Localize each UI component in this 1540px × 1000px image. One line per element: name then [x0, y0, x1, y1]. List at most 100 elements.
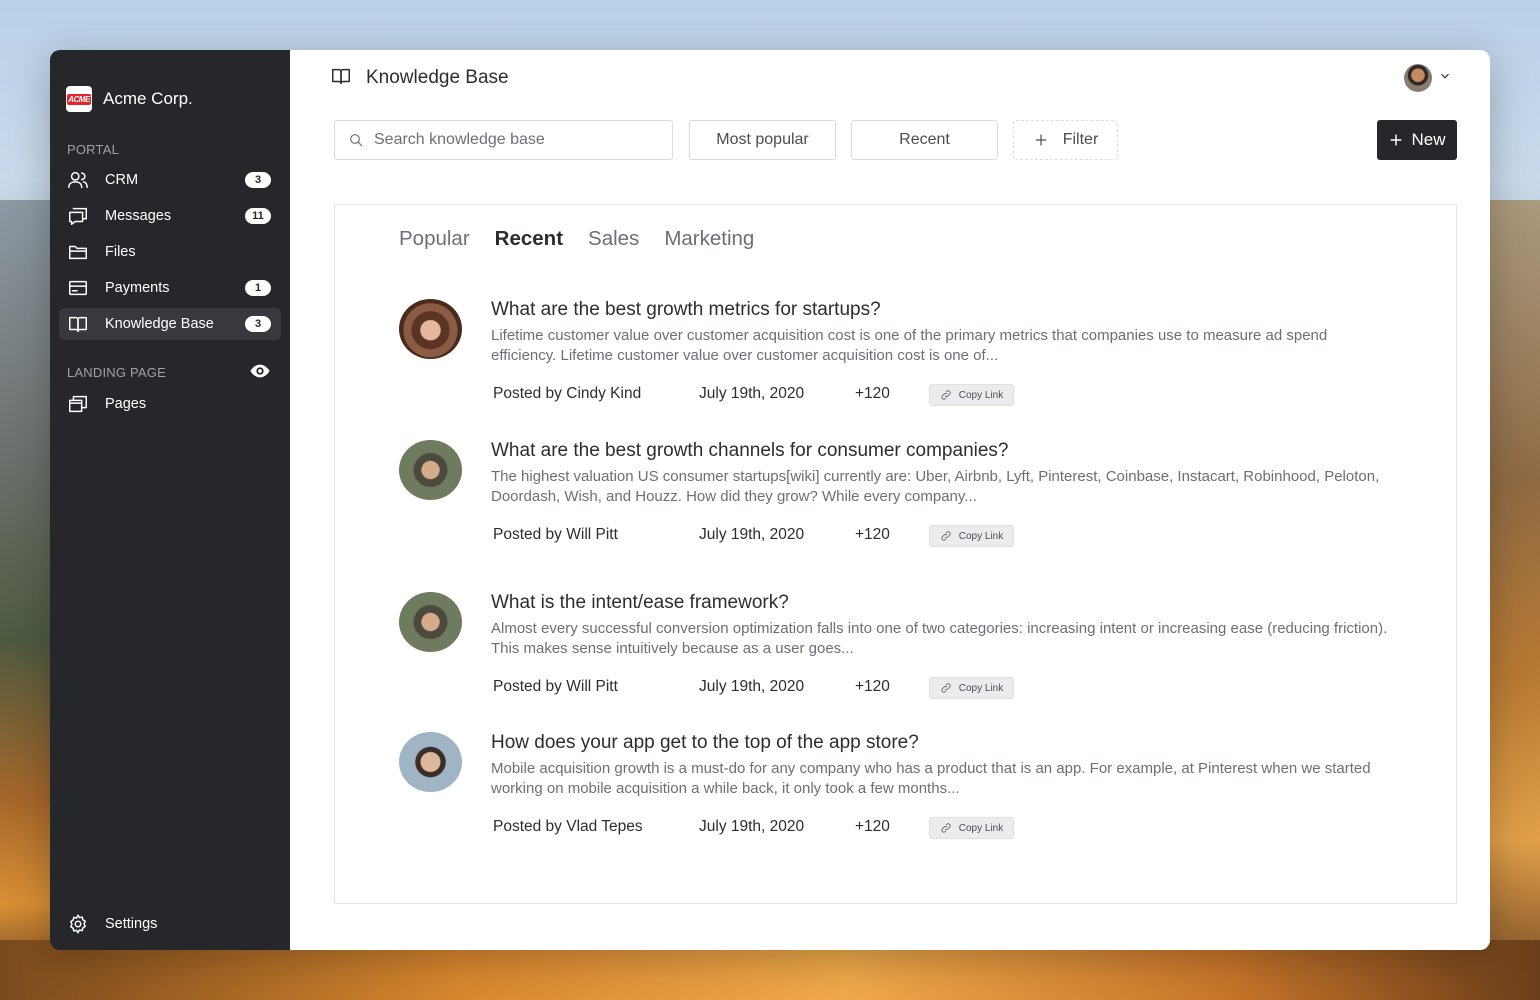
page-title: Knowledge Base [366, 67, 509, 88]
article-title[interactable]: What are the best growth metrics for sta… [491, 299, 881, 321]
sidebar-item-settings[interactable]: Settings [59, 908, 281, 940]
article-meta: Posted by Will Pitt July 19th, 2020 +120… [493, 525, 1193, 548]
search-box[interactable] [334, 120, 673, 160]
avatar [399, 592, 462, 652]
vote-count: +120 [855, 526, 890, 543]
tab-marketing[interactable]: Marketing [664, 227, 754, 251]
plus-icon [1391, 134, 1402, 146]
portal-label: PORTAL [67, 141, 120, 157]
sidebar-item-label: Settings [105, 916, 158, 932]
plus-icon [1035, 134, 1047, 146]
copy-link-button[interactable]: Copy Link [929, 384, 1014, 406]
sidebar-item-messages[interactable]: Messages 11 [59, 200, 281, 232]
link-icon [941, 683, 951, 693]
article-meta: Posted by Will Pitt July 19th, 2020 +120… [493, 677, 1193, 700]
link-icon [941, 823, 951, 833]
app-window: ACME Acme Corp. PORTAL CRM 3 Messages 11… [50, 50, 1490, 950]
sidebar-item-knowledge-base[interactable]: Knowledge Base 3 [59, 308, 281, 340]
search-input[interactable] [374, 131, 654, 149]
article-excerpt: Lifetime customer value over customer ac… [491, 327, 1328, 364]
author-name[interactable]: Will Pitt [566, 526, 618, 543]
sidebar: ACME Acme Corp. PORTAL CRM 3 Messages 11… [50, 50, 290, 950]
messages-icon [66, 204, 90, 228]
brand[interactable]: ACME Acme Corp. [59, 68, 281, 130]
book-icon [330, 65, 352, 92]
link-icon [941, 531, 951, 541]
user-menu[interactable] [1404, 64, 1452, 92]
toolbar: Most popular Recent Filter New [334, 120, 1457, 160]
posted-by: Posted by Vlad Tepes [493, 818, 643, 835]
count-badge: 3 [245, 316, 271, 332]
avatar [399, 732, 462, 792]
article-excerpt: Mobile acquisition growth is a must-do f… [491, 760, 1371, 797]
author-name[interactable]: Will Pitt [566, 678, 618, 695]
main-content: Knowledge Base Most popular Recent Filte… [290, 50, 1490, 950]
tab-sales[interactable]: Sales [588, 227, 639, 251]
category-tabs: Popular Recent Sales Marketing [399, 227, 779, 251]
list-item: What is the intent/ease framework? Almos… [399, 592, 1396, 722]
vote-count: +120 [855, 385, 890, 402]
filter-label: Filter [1062, 131, 1099, 148]
post-date: July 19th, 2020 [699, 818, 805, 835]
posted-by: Posted by Will Pitt [493, 678, 618, 695]
vote-count: +120 [855, 818, 890, 835]
count-badge: 1 [245, 280, 271, 296]
article-title[interactable]: How does your app get to the top of the … [491, 732, 919, 754]
users-icon [66, 168, 90, 192]
sidebar-item-label: Pages [105, 396, 147, 412]
avatar [399, 440, 462, 500]
list-item: How does your app get to the top of the … [399, 732, 1396, 862]
pages-icon [66, 392, 90, 416]
avatar [399, 299, 462, 359]
posted-by: Posted by Cindy Kind [493, 385, 642, 402]
tab-recent[interactable]: Recent [495, 227, 563, 251]
recent-button[interactable]: Recent [851, 120, 998, 160]
count-badge: 3 [245, 172, 271, 188]
sidebar-item-files[interactable]: Files [59, 236, 281, 268]
acme-logo: ACME [66, 86, 92, 112]
eye-icon[interactable] [249, 360, 271, 385]
article-excerpt: The highest valuation US consumer startu… [491, 468, 1380, 505]
folder-icon [66, 240, 90, 264]
sidebar-item-label: Knowledge Base [105, 316, 214, 332]
sidebar-item-label: Messages [105, 208, 172, 224]
article-title[interactable]: What are the best growth channels for co… [491, 440, 1009, 462]
copy-link-button[interactable]: Copy Link [929, 817, 1014, 839]
section-label-portal: PORTAL [59, 138, 281, 160]
article-title[interactable]: What is the intent/ease framework? [491, 592, 789, 614]
landing-page-label: LANDING PAGE [67, 364, 166, 380]
new-label: New [1411, 130, 1446, 149]
copy-link-button[interactable]: Copy Link [929, 525, 1014, 547]
article-excerpt: Almost every successful conversion optim… [491, 620, 1388, 657]
sidebar-item-crm[interactable]: CRM 3 [59, 164, 281, 196]
avatar [1404, 64, 1432, 92]
posted-by: Posted by Will Pitt [493, 526, 618, 543]
credit-card-icon [66, 276, 90, 300]
top-bar: Knowledge Base [290, 50, 1490, 106]
post-date: July 19th, 2020 [699, 385, 805, 402]
author-name[interactable]: Vlad Tepes [566, 818, 642, 835]
article-meta: Posted by Vlad Tepes July 19th, 2020 +12… [493, 817, 1193, 840]
section-label-landing-page: LANDING PAGE [59, 360, 281, 384]
most-popular-button[interactable]: Most popular [689, 120, 836, 160]
sidebar-item-payments[interactable]: Payments 1 [59, 272, 281, 304]
link-icon [941, 390, 951, 400]
post-date: July 19th, 2020 [699, 526, 805, 543]
vote-count: +120 [855, 678, 890, 695]
count-badge: 11 [245, 208, 271, 224]
new-button[interactable]: New [1377, 120, 1457, 160]
brand-name: Acme Corp. [103, 89, 193, 108]
tab-popular[interactable]: Popular [399, 227, 470, 251]
copy-link-button[interactable]: Copy Link [929, 677, 1014, 699]
sidebar-item-pages[interactable]: Pages [59, 388, 281, 420]
filter-button[interactable]: Filter [1013, 120, 1118, 160]
author-name[interactable]: Cindy Kind [566, 385, 641, 402]
book-icon [66, 312, 90, 336]
gear-icon [66, 912, 90, 936]
sidebar-item-label: Files [105, 244, 136, 260]
article-meta: Posted by Cindy Kind July 19th, 2020 +12… [493, 384, 1193, 407]
chevron-down-icon [1438, 69, 1452, 88]
list-item: What are the best growth metrics for sta… [399, 299, 1396, 429]
articles-panel: Popular Recent Sales Marketing What are … [334, 204, 1457, 904]
sidebar-item-label: Payments [105, 280, 170, 296]
